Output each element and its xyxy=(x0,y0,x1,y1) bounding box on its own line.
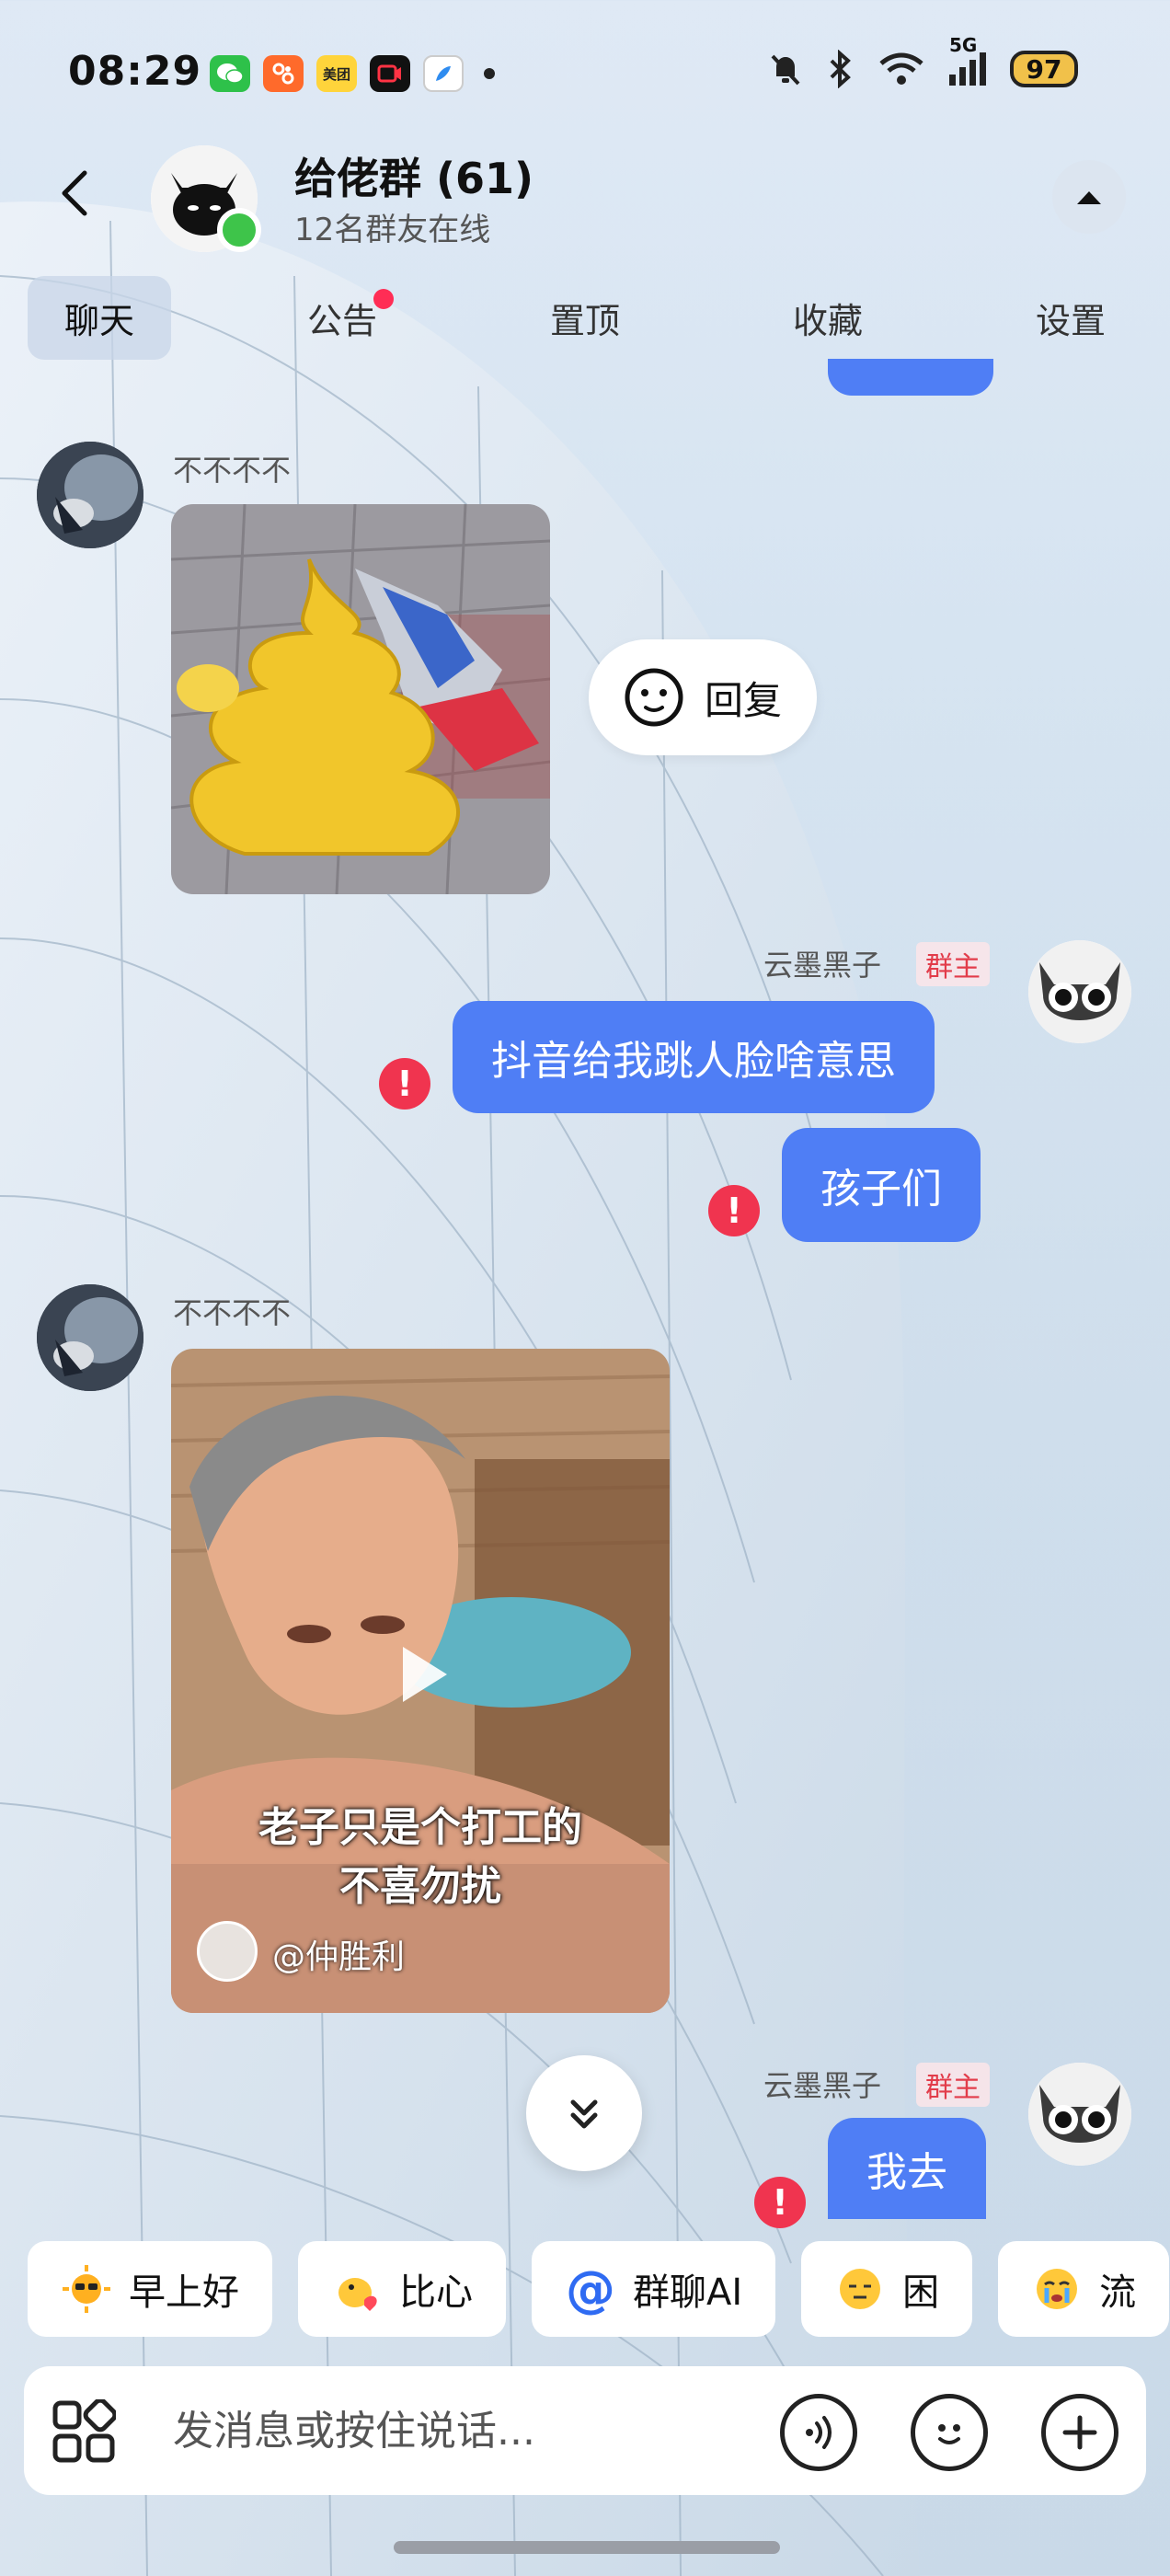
sun-sunglasses-icon xyxy=(61,2263,112,2315)
avatar[interactable] xyxy=(37,442,143,548)
more-notifications-dot xyxy=(484,68,495,79)
video-caption-line1: 老子只是个打工的 xyxy=(258,1804,582,1851)
avatar[interactable] xyxy=(1028,940,1131,1043)
sender-name: 云墨黑子 xyxy=(763,948,882,983)
voice-wave-icon xyxy=(806,2416,832,2449)
text-message[interactable]: 抖音给我跳人脸啥意思 xyxy=(453,1001,935,1113)
video-author-avatar xyxy=(197,1921,258,1982)
chat-header: 给佬群 (61) 12名群友在线 xyxy=(0,138,1170,258)
message-input-bar xyxy=(24,2366,1146,2495)
voice-button[interactable] xyxy=(780,2394,857,2471)
caret-up-icon xyxy=(1077,191,1101,204)
apps-button[interactable] xyxy=(52,2398,118,2464)
wechat-icon xyxy=(210,55,250,92)
at-icon: @ xyxy=(566,2260,615,2318)
online-count: 12名群友在线 xyxy=(294,212,491,248)
cat-avatar-image xyxy=(1028,940,1131,1043)
quick-reply-chip[interactable]: 早上好 xyxy=(28,2241,272,2337)
unread-dot xyxy=(373,288,394,309)
image-message[interactable] xyxy=(171,504,550,894)
message-list[interactable]: 不不不不 回复 云墨黑子 群主 ! 抖音给我跳人脸啥意思 ! 孩子们 不不不不 … xyxy=(0,359,1170,2228)
text-message[interactable]: 我去 xyxy=(828,2118,986,2219)
sender-name: 不不不不 xyxy=(173,453,292,488)
meituan-icon: 美团 xyxy=(316,55,357,92)
tab-chat[interactable]: 聊天 xyxy=(28,275,172,360)
collapse-button[interactable] xyxy=(1052,160,1126,234)
text-message[interactable]: 孩子们 xyxy=(782,1128,981,1242)
owner-badge: 群主 xyxy=(916,2063,990,2107)
app-icon-orange xyxy=(263,55,304,92)
play-icon[interactable] xyxy=(386,1639,456,1709)
quick-reply-chip[interactable]: 比心 xyxy=(298,2241,506,2337)
reply-label: 回复 xyxy=(705,677,783,723)
chick-heart-icon xyxy=(331,2263,383,2315)
tab-favorites[interactable]: 收藏 xyxy=(756,276,900,360)
home-indicator[interactable] xyxy=(394,2541,780,2554)
user-avatar-image xyxy=(37,1284,143,1391)
user-avatar-image xyxy=(37,442,143,548)
video-app-icon xyxy=(370,55,410,92)
quick-reply-chip[interactable]: 困 xyxy=(801,2241,973,2337)
quick-reply-chip[interactable]: @ 群聊AI xyxy=(532,2241,776,2337)
avatar[interactable] xyxy=(37,1284,143,1391)
apps-grid-icon xyxy=(52,2398,118,2463)
chat-tabs: 聊天 公告 置顶 收藏 设置 xyxy=(28,275,1142,360)
sender-name: 不不不不 xyxy=(173,1295,292,1330)
send-failed-icon[interactable]: ! xyxy=(754,2177,806,2228)
quick-reply-label: 比心 xyxy=(399,2271,473,2314)
sleepy-face-icon xyxy=(834,2263,886,2315)
network-type: 5G xyxy=(949,34,978,56)
scroll-to-bottom-button[interactable] xyxy=(526,2055,642,2171)
cat-avatar-image xyxy=(1028,2063,1131,2166)
double-chevron-down-icon xyxy=(570,2099,598,2129)
wifi-icon xyxy=(879,52,923,85)
crying-face-icon xyxy=(1031,2263,1083,2315)
quick-reply-chip[interactable]: 流 xyxy=(998,2241,1170,2337)
quick-reply-label: 群聊AI xyxy=(633,2271,743,2314)
status-app-icons: 美团 xyxy=(210,55,495,92)
online-status-dot xyxy=(217,208,261,252)
send-failed-icon[interactable]: ! xyxy=(708,1185,760,1236)
add-button[interactable] xyxy=(1041,2394,1118,2471)
mute-bell-icon xyxy=(771,54,800,86)
status-bar: 08:29 美团 5G 97 xyxy=(0,0,1170,147)
signal-5g: 5G xyxy=(949,34,986,86)
message-input[interactable] xyxy=(173,2394,762,2467)
reply-button[interactable]: 回复 xyxy=(589,639,818,755)
tab-pinned[interactable]: 置顶 xyxy=(513,276,657,360)
back-button[interactable] xyxy=(48,166,103,221)
video-author: @仲胜利 xyxy=(272,1938,406,1976)
quick-reply-label: 早上好 xyxy=(129,2271,239,2314)
smile-face-icon xyxy=(625,668,683,727)
quick-reply-label: 困 xyxy=(902,2271,940,2314)
sender-name: 云墨黑子 xyxy=(763,2068,882,2103)
video-caption-line2: 不喜勿扰 xyxy=(339,1863,501,1910)
status-time: 08:29 xyxy=(68,48,202,95)
tab-announcement[interactable]: 公告 xyxy=(270,276,414,360)
quick-reply-row: 早上好 比心 @ 群聊AI 困 流 xyxy=(28,2241,1170,2337)
tab-settings[interactable]: 设置 xyxy=(999,276,1142,360)
poop-toy-image xyxy=(171,504,550,894)
avatar[interactable] xyxy=(1028,2063,1131,2166)
video-message[interactable]: 老子只是个打工的 不喜勿扰 @仲胜利 xyxy=(171,1349,670,2013)
bluefeather-icon xyxy=(423,55,464,92)
quick-reply-label: 流 xyxy=(1099,2271,1137,2314)
tab-announcement-label: 公告 xyxy=(306,300,377,341)
previous-message-bubble[interactable] xyxy=(828,359,993,396)
group-title[interactable]: 给佬群 (61) xyxy=(294,145,533,206)
emoji-button[interactable] xyxy=(911,2394,988,2471)
smile-face-icon xyxy=(938,2424,960,2444)
status-indicators: 5G 97 xyxy=(767,34,1078,88)
battery-indicator: 97 xyxy=(1010,51,1078,87)
bluetooth-icon xyxy=(830,50,851,88)
plus-icon xyxy=(1062,2415,1097,2450)
owner-badge: 群主 xyxy=(916,942,990,986)
chevron-left-icon xyxy=(62,170,87,216)
send-failed-icon[interactable]: ! xyxy=(379,1058,430,1110)
